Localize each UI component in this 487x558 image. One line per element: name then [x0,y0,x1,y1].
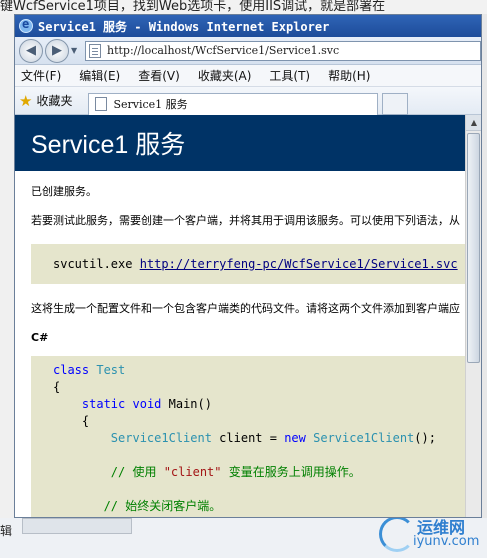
back-button[interactable]: ◀ [19,38,43,63]
language-label: C# [31,331,49,344]
menu-view[interactable]: 查看(V) [138,67,180,84]
window-title: Service1 服务 - Windows Internet Explorer [38,19,330,34]
background-left-edge [0,14,14,526]
browser-window: Service1 服务 - Windows Internet Explorer … [14,14,482,518]
menu-edit[interactable]: 编辑(E) [79,67,120,84]
watermark-line2: iyunv.com [413,534,480,549]
page-title: Service1 服务 [31,131,186,159]
tab-service1[interactable]: Service1 服务 [88,92,379,115]
title-bar[interactable]: Service1 服务 - Windows Internet Explorer [15,15,481,37]
service-wsdl-link[interactable]: http://terryfeng-pc/WcfService1/Service1… [140,257,458,271]
watermark-logo: 运维网 iyunv.com [379,514,479,554]
svcutil-text: svcutil.exe [53,257,140,271]
vertical-scrollbar[interactable]: ▲ [465,115,481,517]
history-dropdown-icon[interactable]: ▼ [71,46,81,55]
new-tab-button[interactable] [382,92,409,115]
menu-tools[interactable]: 工具(T) [269,67,310,84]
background-taskbar: 辑 运维网 iyunv.com [0,516,487,558]
favorites-bar: ★ 收藏夹 Service1 服务 [15,87,481,115]
created-text: 已创建服务。 [31,185,97,198]
background-window-text: 键WcfService1项目，找到Web选项卡，使用IIS调试，就是部署在 [0,0,487,14]
background-right-edge [482,14,487,526]
code-sample: class Test { static void Main() { Servic… [31,356,465,517]
background-edit-label: 辑 [0,524,13,538]
menu-help[interactable]: 帮助(H) [328,67,370,84]
instruction-text: 若要测试此服务，需要创建一个客户端，并将其用于调用该服务。可以使用下列语法，从 [31,214,460,227]
tab-title: Service1 服务 [113,98,188,111]
scroll-thumb[interactable] [467,133,480,363]
url-text: http://localhost/WcfService1/Service1.sv… [107,44,340,57]
svcutil-command: svcutil.exe http://terryfeng-pc/WcfServi… [31,244,465,284]
page-content: Service1 服务 已创建服务。 若要测试此服务，需要创建一个客户端，并将其… [15,115,481,517]
url-input[interactable]: http://localhost/WcfService1/Service1.sv… [85,40,481,61]
page-header: Service1 服务 [15,115,481,171]
menu-bar: 文件(F) 编辑(E) 查看(V) 收藏夹(A) 工具(T) 帮助(H) [15,65,481,87]
background-tabs [22,518,132,534]
page-icon [95,97,108,111]
menu-file[interactable]: 文件(F) [21,67,61,84]
generate-text: 这将生成一个配置文件和一个包含客户端类的代码文件。请将这两个文件添加到客户端应 [31,302,460,315]
forward-button[interactable]: ▶ [45,38,69,63]
menu-favorites[interactable]: 收藏夹(A) [198,67,252,84]
favorites-label: 收藏夹 [36,94,73,108]
page-icon [89,43,101,58]
favorites-button[interactable]: ★ 收藏夹 [19,92,72,110]
swirl-icon [379,516,415,552]
address-bar: ◀ ▶ ▼ http://localhost/WcfService1/Servi… [15,37,481,65]
star-icon: ★ [19,91,33,110]
scroll-up-icon[interactable]: ▲ [466,115,481,131]
ie-logo-icon [19,17,33,33]
